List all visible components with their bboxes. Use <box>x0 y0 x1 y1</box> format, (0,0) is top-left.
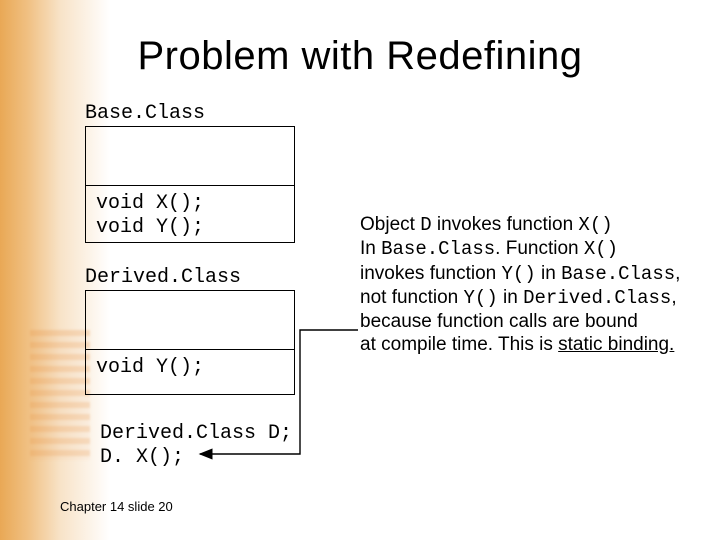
base-class-methods-box: void X(); void Y(); <box>85 185 295 243</box>
slide-content: Problem with Redefining Base.Class void … <box>0 0 720 540</box>
expl-c2: X() <box>578 214 612 236</box>
expl-underline: static binding. <box>558 334 674 355</box>
expl-c5: Y() <box>502 263 536 285</box>
expl-c4: X() <box>584 238 618 260</box>
base-class-box-top <box>85 126 295 186</box>
expl-t8: in <box>498 287 523 308</box>
derived-class-methods-box: void Y(); <box>85 349 295 395</box>
expl-t6: in <box>536 263 561 284</box>
expl-c6: Base.Class <box>561 263 675 285</box>
expl-t4: . Function <box>495 238 584 259</box>
derived-class-label: Derived.Class <box>85 266 241 289</box>
slide-footer: Chapter 14 slide 20 <box>60 499 173 514</box>
expl-c3: Base.Class <box>381 238 495 260</box>
slide-title: Problem with Redefining <box>0 34 720 79</box>
expl-t1: Object <box>360 214 420 235</box>
base-class-methods: void X(); void Y(); <box>96 192 204 239</box>
base-class-label: Base.Class <box>85 102 205 125</box>
expl-t2: invokes function <box>432 214 579 235</box>
derived-class-methods: void Y(); <box>96 356 204 379</box>
expl-c8: Derived.Class <box>523 287 671 309</box>
expl-t3: In <box>360 238 381 259</box>
expl-t5: invokes function <box>360 263 502 284</box>
derived-class-box-top <box>85 290 295 350</box>
expl-c1: D <box>420 214 431 236</box>
expl-c7: Y() <box>464 287 498 309</box>
code-snippet-text: Derived.Class D; D. X(); <box>100 422 292 469</box>
explanation-paragraph: Object D invokes function X() In Base.Cl… <box>360 190 690 356</box>
code-snippet: Derived.Class D; D. X(); <box>100 422 292 469</box>
